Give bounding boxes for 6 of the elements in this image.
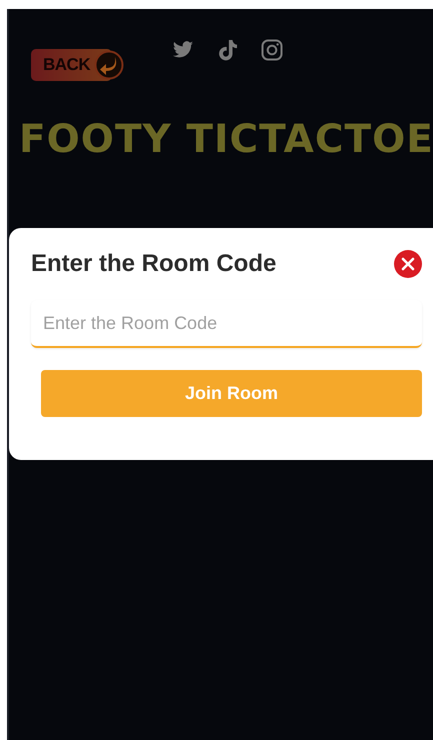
dialog-title: Enter the Room Code <box>31 250 276 278</box>
close-icon[interactable] <box>394 250 422 278</box>
camera-icon[interactable] <box>260 38 284 62</box>
game-title: FOOTY TICTACTOE <box>19 117 433 162</box>
join-room-button[interactable]: Join Room <box>41 370 422 417</box>
room-code-field[interactable]: Enter the Room Code <box>31 300 422 348</box>
